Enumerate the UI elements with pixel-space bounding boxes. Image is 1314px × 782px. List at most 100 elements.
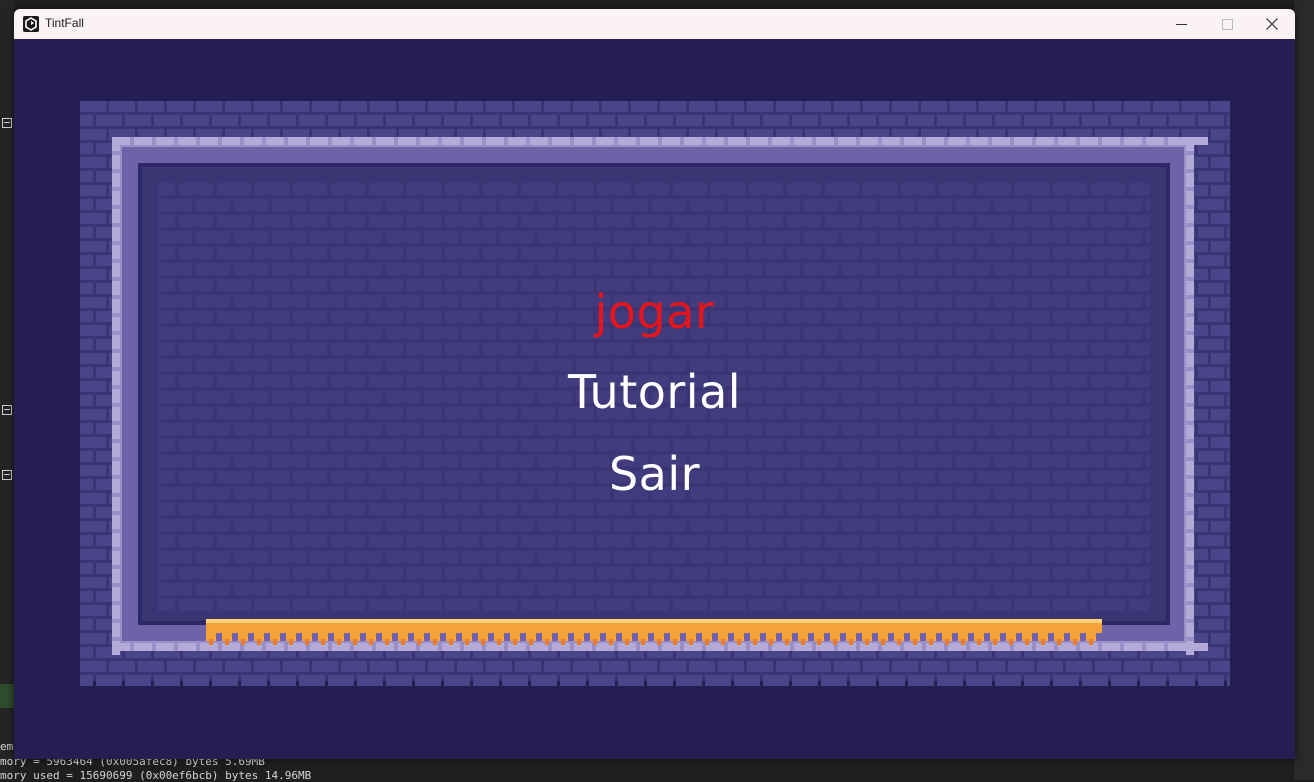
lava-drip: [1025, 639, 1029, 645]
inner-brick: [445, 183, 479, 195]
inner-brick: [293, 247, 327, 259]
frame-block: [838, 137, 856, 145]
game-canvas[interactable]: jogar Tutorial Sair: [14, 39, 1295, 759]
inner-brick: [255, 535, 289, 547]
inner-brick: [272, 263, 306, 275]
brick: [125, 675, 151, 686]
brick: [560, 115, 586, 126]
brick: [602, 101, 628, 112]
inner-brick: [424, 231, 458, 243]
brick: [1066, 101, 1092, 112]
brick: [1037, 661, 1063, 672]
inner-brick: [348, 551, 382, 563]
inner-brick: [728, 423, 762, 435]
inner-brick: [1146, 263, 1150, 275]
inner-brick: [196, 551, 230, 563]
brick: [428, 101, 454, 112]
inner-brick: [255, 343, 289, 355]
brick: [80, 339, 93, 350]
brick: [718, 101, 744, 112]
inner-brick: [1053, 343, 1087, 355]
frame-block: [134, 137, 152, 145]
inner-brick: [956, 551, 990, 563]
brick: [631, 101, 657, 112]
inner-brick: [462, 551, 496, 563]
fold-toggle-icon[interactable]: [2, 118, 12, 128]
inner-brick: [158, 263, 192, 275]
frame-block: [772, 137, 790, 145]
inner-brick: [977, 535, 1011, 547]
close-button[interactable]: [1249, 9, 1295, 39]
frame-block: [1168, 137, 1186, 145]
brick: [1211, 185, 1230, 196]
frame-block: [112, 353, 120, 367]
inner-brick: [804, 583, 838, 595]
brick: [892, 101, 918, 112]
inner-brick: [196, 263, 230, 275]
lava-drip: [897, 639, 901, 645]
title-bar[interactable]: TintFall: [14, 9, 1295, 40]
brick: [1140, 675, 1166, 686]
inner-brick: [1053, 503, 1087, 515]
frame-block: [178, 137, 196, 145]
brick: [1153, 661, 1179, 672]
inner-brick: [158, 247, 175, 259]
menu-item-tutorial[interactable]: Tutorial: [14, 369, 1295, 415]
brick: [138, 101, 164, 112]
inner-brick: [293, 343, 327, 355]
brick: [689, 661, 715, 672]
frame-block: [1146, 137, 1164, 145]
frame-block: [112, 569, 120, 583]
inner-brick: [331, 247, 365, 259]
brick: [80, 507, 93, 518]
inner-brick: [728, 519, 762, 531]
inner-brick: [158, 423, 192, 435]
inner-brick: [939, 183, 973, 195]
inner-brick: [825, 599, 859, 611]
inner-brick: [538, 519, 572, 531]
inner-brick: [1053, 567, 1087, 579]
inner-brick: [690, 199, 724, 211]
brick: [1153, 101, 1179, 112]
fold-toggle-icon[interactable]: [2, 470, 12, 480]
inner-brick: [217, 599, 251, 611]
inner-brick: [956, 199, 990, 211]
frame-block: [266, 137, 284, 145]
frame-block: [156, 643, 174, 651]
menu-item-sair[interactable]: Sair: [14, 451, 1295, 497]
inner-brick: [635, 215, 669, 227]
inner-brick: [880, 231, 914, 243]
inner-brick: [673, 599, 707, 611]
inner-brick: [804, 231, 838, 243]
fold-toggle-icon[interactable]: [2, 405, 12, 415]
lava-drip: [881, 639, 885, 645]
brick: [1095, 101, 1121, 112]
minimize-button[interactable]: [1158, 9, 1204, 39]
frame-block: [1186, 623, 1194, 637]
inner-brick: [901, 247, 935, 259]
brick: [1182, 101, 1208, 112]
inner-brick: [521, 567, 555, 579]
frame-block: [442, 137, 460, 145]
inner-brick: [500, 263, 534, 275]
brick: [80, 619, 93, 630]
brick: [1227, 115, 1230, 126]
inner-brick: [521, 215, 555, 227]
menu-item-jogar[interactable]: jogar: [14, 289, 1295, 335]
maximize-button[interactable]: [1204, 9, 1250, 39]
inner-brick: [407, 567, 441, 579]
inner-brick: [348, 263, 382, 275]
inner-brick: [673, 567, 707, 579]
brick: [1169, 675, 1195, 686]
brick: [850, 115, 876, 126]
brick: [1198, 339, 1224, 350]
inner-brick: [614, 583, 648, 595]
inner-brick: [293, 183, 327, 195]
inner-brick: [158, 215, 175, 227]
frame-block: [1186, 335, 1194, 349]
brick: [850, 675, 876, 686]
frame-block: [310, 643, 328, 651]
frame-block: [420, 137, 438, 145]
frame-block: [662, 643, 680, 651]
inner-brick: [158, 439, 175, 451]
